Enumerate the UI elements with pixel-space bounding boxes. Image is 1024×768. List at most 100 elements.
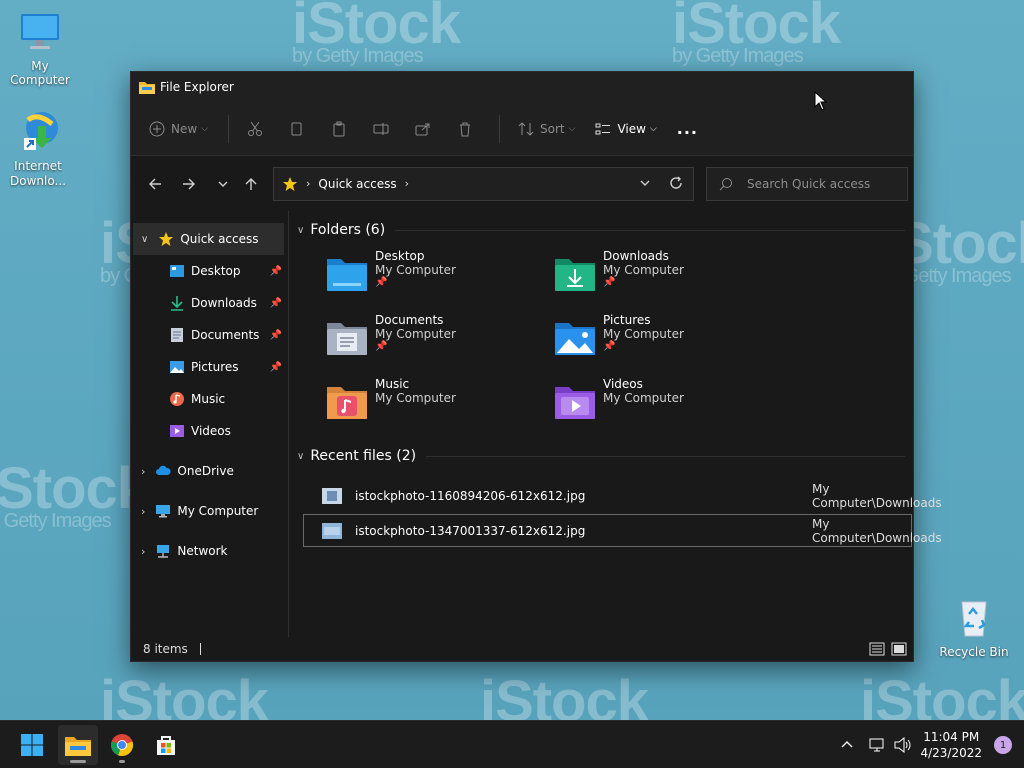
sidebar-item-documents[interactable]: Documents 📌 [131,319,288,351]
notification-badge[interactable]: 1 [994,736,1012,754]
list-item[interactable]: istockphoto-1347001337-612x612.jpg My Co… [303,514,942,547]
chevron-down-icon[interactable] [639,177,651,189]
sidebar-item-videos[interactable]: Videos [131,415,288,447]
chevron-down-icon: ⌵ [649,123,657,134]
rename-icon [373,122,389,135]
chevron-right-icon[interactable]: › [405,177,409,190]
list-item[interactable]: istockphoto-1160894206-612x612.jpg My Co… [303,479,942,512]
recycle-bin-icon [961,601,987,637]
folder-icon [139,82,155,94]
star-icon [283,176,297,191]
desktop-icon-my-computer[interactable]: My Computer [0,10,80,87]
folder-tile-desktop[interactable]: Desktop My Computer 📌 [325,249,553,313]
mouse-cursor-icon [814,91,828,111]
rename-button[interactable] [373,121,395,137]
up-button[interactable] [239,172,263,196]
folders-section-header[interactable]: ∨ Folders (6) [297,219,913,241]
taskbar-store[interactable] [146,725,186,765]
clock[interactable]: 11:04 PM 4/23/2022 [920,729,982,761]
status-divider [199,643,201,655]
desktop-icon-internet-download[interactable]: Internet Downlo... [0,106,78,189]
chevron-right-icon[interactable]: › [306,177,310,190]
recent-files-section-header[interactable]: ∨ Recent files (2) [297,445,913,467]
folder-icon [65,736,91,756]
volume-icon[interactable] [894,737,912,753]
chevron-right-icon[interactable]: › [141,505,145,518]
picture-icon [170,361,184,373]
sort-button[interactable]: Sort ⌵ [518,121,575,137]
sidebar-item-downloads[interactable]: Downloads 📌 [131,287,288,319]
active-indicator [70,759,86,763]
more-options-button[interactable]: ... [677,119,698,138]
view-button[interactable]: View ⌵ [595,121,657,137]
pin-icon[interactable]: 📌 [270,266,282,277]
recent-files-list: istockphoto-1160894206-612x612.jpg My Co… [297,479,942,547]
details-view-icon[interactable] [869,641,885,657]
arrow-left-icon [149,178,161,189]
search-input[interactable]: Search Quick access [706,166,908,201]
monitor-icon [156,505,171,518]
copy-button[interactable] [289,121,311,137]
sidebar-item-pictures[interactable]: Pictures 📌 [131,351,288,383]
chevron-up-icon[interactable] [840,738,854,752]
sidebar-item-quick-access[interactable]: ∨ Quick access [133,223,284,255]
breadcrumb-quick-access[interactable]: Quick access [318,177,396,191]
folder-tile-music[interactable]: Music My Computer [325,377,553,441]
address-bar[interactable]: › Quick access › [273,166,694,201]
file-explorer-window: File Explorer New ⌵ Sort ⌵ View ⌵ ... › … [130,71,942,662]
sidebar-item-network[interactable]: › Network [131,535,288,567]
delete-button[interactable] [457,121,479,137]
sidebar-item-music[interactable]: Music [131,383,288,415]
refresh-icon[interactable] [669,176,683,190]
chevron-right-icon[interactable]: › [141,545,145,558]
title-bar[interactable]: File Explorer [131,72,913,102]
taskbar: 11:04 PM 4/23/2022 1 [0,720,1024,768]
pin-icon[interactable]: 📌 [270,362,282,373]
start-button[interactable] [12,725,52,765]
music-icon [170,392,184,406]
watermark: iStockby Getty Images [672,0,841,67]
cut-button[interactable] [247,121,269,137]
divider [395,229,905,231]
paste-button[interactable] [331,121,353,137]
windows-logo-icon [21,733,43,756]
internet-download-manager-icon [24,112,58,150]
pin-icon[interactable]: 📌 [270,298,282,309]
toolbar-divider [228,114,230,143]
sidebar-item-my-computer[interactable]: › My Computer [131,495,288,527]
pin-icon[interactable]: 📌 [270,330,282,341]
network-icon[interactable] [868,737,886,753]
desktop-icon-recycle-bin[interactable]: Recycle Bin [934,596,1014,659]
folder-tile-videos[interactable]: Videos My Computer [553,377,781,441]
folder-tile-pictures[interactable]: Pictures My Computer 📌 [553,313,781,377]
scissors-icon [248,121,263,136]
sidebar-item-onedrive[interactable]: › OneDrive [131,455,288,487]
forward-button[interactable] [177,172,201,196]
item-count: 8 items [143,642,188,656]
folder-tile-downloads[interactable]: Downloads My Computer 📌 [553,249,781,313]
chevron-down-icon[interactable]: ∨ [141,234,148,245]
new-button[interactable]: New ⌵ [149,121,208,137]
video-icon [170,425,184,437]
taskbar-chrome[interactable] [102,725,142,765]
desktop-folder-icon [170,265,184,277]
status-bar: 8 items [131,637,913,661]
divider [426,455,905,457]
back-button[interactable] [143,172,167,196]
pin-icon: 📌 [603,277,616,288]
explorer-body: ∨ Quick access Desktop 📌 Downloads 📌 Doc… [131,211,942,638]
arrow-up-icon [245,177,257,190]
sidebar-item-desktop[interactable]: Desktop 📌 [131,255,288,287]
watermark: iStock [480,669,649,720]
taskbar-file-explorer[interactable] [58,724,98,765]
document-icon [171,328,183,342]
share-button[interactable] [415,121,437,137]
folder-tile-documents[interactable]: Documents My Computer 📌 [325,313,553,377]
sort-icon [518,121,534,136]
watermark: iStockby Getty Images [292,0,461,67]
downloads-folder-icon [555,259,595,291]
chevron-right-icon[interactable]: › [141,465,145,478]
large-icons-view-icon[interactable] [891,641,907,657]
recent-locations-button[interactable] [211,172,235,196]
network-icon [157,545,170,558]
